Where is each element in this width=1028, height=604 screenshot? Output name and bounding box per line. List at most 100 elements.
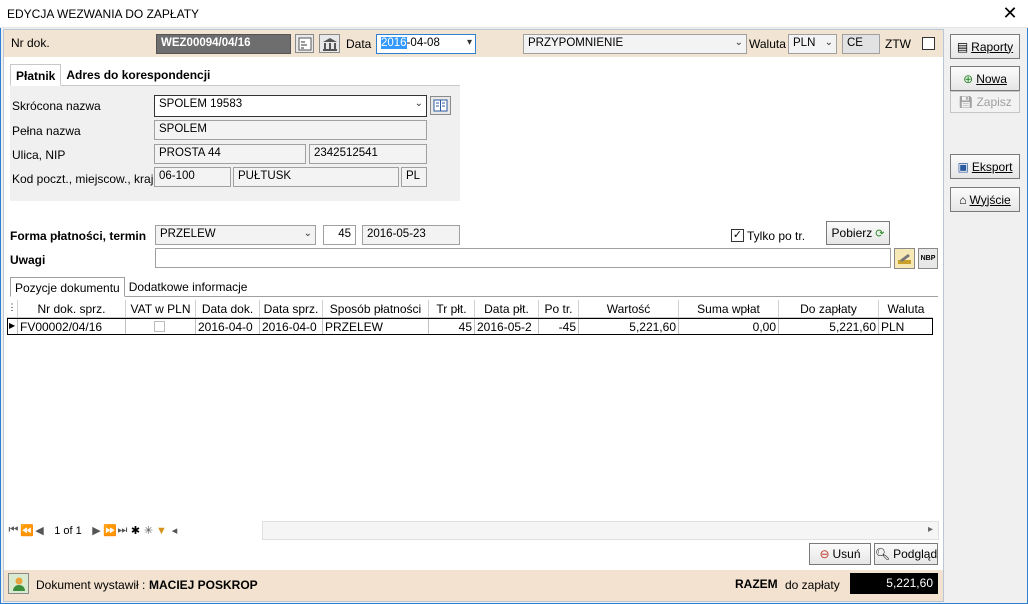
chevron-down-icon: ⌄ — [734, 37, 743, 48]
grid-navigator: ⏮ ⏪ ◀ 1 of 1 ▶ ⏩ ⏭ ✱ ✳ ▼ ◂ — [7, 521, 262, 540]
new-document-icon: ⊕ — [963, 71, 974, 86]
pobierz-button[interactable]: Pobierz ⟳ — [826, 221, 890, 245]
numbering-settings-icon[interactable] — [295, 34, 314, 53]
last-page-icon[interactable]: ⏭ — [116, 524, 129, 537]
table-row[interactable]: ▶ FV00002/04/16 2016-04-0 2016-04-0 PRZE… — [7, 318, 933, 335]
column-chooser-icon[interactable]: ⋮ — [7, 300, 18, 317]
column-header[interactable]: Po tr. — [539, 300, 579, 317]
cell-sposob-platnosci: PRZELEW — [323, 319, 429, 334]
forma-platnosci-label: Forma płatności, termin — [10, 229, 147, 243]
bank-icon[interactable] — [319, 34, 340, 53]
user-icon[interactable] — [8, 573, 29, 594]
forma-platnosci-value: PRZELEW — [160, 228, 216, 240]
prev-page-group-icon[interactable]: ⏪ — [20, 524, 34, 537]
termin-days-field[interactable]: 45 — [323, 225, 356, 245]
podglad-button[interactable]: 🔍︎ Podgląd — [874, 543, 938, 565]
usun-label: Usuń — [832, 547, 861, 561]
forma-platnosci-select[interactable]: PRZELEW ⌄ — [155, 225, 316, 245]
delete-icon: ⊖ — [819, 547, 830, 561]
next-page-icon[interactable]: ▶ — [90, 524, 103, 537]
column-header[interactable]: Data sprz. — [260, 300, 323, 317]
tab-adres-korespondencji[interactable]: Adres do korespondencji — [61, 64, 215, 86]
raporty-label: Raporty — [971, 39, 1014, 54]
column-header[interactable]: Sposób płatności — [323, 300, 429, 317]
chevron-down-icon: ⌄ — [303, 228, 312, 239]
first-page-icon[interactable]: ⏮ — [7, 524, 20, 537]
column-header[interactable]: Waluta — [879, 300, 933, 317]
skrocona-value: SPOLEM 19583 — [159, 98, 243, 110]
close-icon[interactable]: ✕ — [998, 2, 1022, 24]
termin-date-field[interactable]: 2016-05-23 — [362, 225, 460, 245]
wyjscie-button[interactable]: ⌂ Wyjście — [950, 187, 1020, 212]
pobierz-label: Pobierz — [831, 226, 873, 240]
column-header[interactable]: Suma wpłat — [679, 300, 779, 317]
tab-platnik[interactable]: Płatnik — [10, 64, 62, 86]
date-rest-part: -04-08 — [406, 37, 440, 49]
uwagi-field[interactable] — [155, 248, 891, 268]
do-zaplaty-label: do zapłaty — [785, 578, 840, 592]
horizontal-scrollbar[interactable] — [262, 521, 939, 540]
column-header[interactable]: Data płt. — [475, 300, 539, 317]
pelna-nazwa-field[interactable]: SPOLEM — [154, 120, 427, 140]
document-type-select[interactable]: PRZYPOMNIENIE ⌄ — [523, 34, 747, 54]
tab-dodatkowe-informacje[interactable]: Dodatkowe informacje — [125, 277, 252, 297]
column-header[interactable]: Tr płt. — [429, 300, 475, 317]
cell-tr-plt: 45 — [429, 319, 475, 334]
tylko-po-tr-checkbox[interactable]: ✓ — [731, 229, 744, 242]
pelna-label: Pełna nazwa — [12, 124, 81, 138]
ztw-checkbox[interactable] — [922, 37, 935, 50]
address-book-icon[interactable] — [430, 96, 451, 115]
usun-button[interactable]: ⊖ Usuń — [809, 543, 871, 565]
refresh-icon: ⟳ — [875, 227, 885, 240]
calendar-dropdown-icon[interactable]: ▾ — [467, 37, 472, 48]
next-page-group-icon[interactable]: ⏩ — [103, 524, 117, 537]
currency-select[interactable]: PLN ⌄ — [788, 34, 837, 54]
nowa-button[interactable]: ⊕ Nowa — [950, 66, 1020, 91]
column-header[interactable]: Data dok. — [196, 300, 260, 317]
column-header[interactable]: Wartość — [579, 300, 679, 317]
cell-wartosc: 5,221,60 — [579, 319, 679, 334]
filter-icon[interactable]: ▼ — [155, 525, 168, 537]
tylko-po-tr-label: Tylko po tr. — [747, 229, 806, 243]
cell-vat-pln[interactable] — [126, 319, 196, 334]
column-header[interactable]: Do zapłaty — [779, 300, 879, 317]
data-label: Data — [346, 37, 372, 51]
raporty-button[interactable]: ▤ Raporty — [950, 34, 1020, 59]
ztw-label: ZTW — [885, 37, 911, 51]
new-record-icon[interactable]: ✳ — [142, 524, 155, 537]
home-icon: ⌂ — [959, 192, 967, 207]
ulica-field[interactable]: PROSTA 44 — [154, 144, 306, 164]
cell-data-dok: 2016-04-0 — [196, 319, 260, 334]
podglad-label: Podgląd — [893, 547, 938, 561]
uwagi-label: Uwagi — [10, 253, 46, 267]
miejscowosc-field[interactable]: PUŁTUSK — [233, 167, 399, 187]
payer-tabs: Płatnik Adres do korespondencji — [10, 64, 460, 86]
chevron-down-icon: ⌄ — [824, 37, 833, 48]
zapisz-button[interactable]: 💾︎ Zapisz — [950, 91, 1020, 113]
razem-label: RAZEM — [735, 577, 778, 591]
column-header[interactable]: VAT w PLN — [126, 300, 196, 317]
date-picker[interactable]: 2016-04-08 ▾ — [376, 34, 476, 54]
column-header[interactable]: Nr dok. sprz. — [18, 300, 126, 317]
kraj-field[interactable]: PL — [401, 167, 427, 187]
skrocona-nazwa-select[interactable]: SPOLEM 19583 ⌄ — [154, 95, 427, 117]
prev-page-icon[interactable]: ◀ — [33, 524, 46, 537]
cell-waluta: PLN — [881, 320, 905, 334]
nowa-label: Nowa — [976, 71, 1007, 86]
date-selected-part: 2016 — [381, 37, 407, 49]
edit-note-icon[interactable] — [894, 248, 915, 269]
wystawil-value: MACIEJ POSKROP — [149, 578, 258, 592]
add-row-icon[interactable]: ✱ — [129, 524, 142, 537]
scroll-right-icon[interactable]: ▸ — [928, 524, 933, 535]
cell-data-plt: 2016-05-2 — [475, 319, 539, 334]
nbp-button[interactable]: NBP — [918, 248, 938, 269]
kod-pocztowy-field[interactable]: 06-100 — [154, 167, 231, 187]
eksport-button[interactable]: ▣ Eksport — [950, 154, 1020, 179]
tab-pozycje-dokumentu[interactable]: Pozycje dokumentu — [10, 277, 125, 297]
magnifier-icon: 🔍︎ — [874, 547, 891, 561]
cell-nr-dok: FV00002/04/16 — [18, 319, 126, 334]
scroll-left-icon[interactable]: ◂ — [168, 524, 181, 537]
vat-pln-checkbox[interactable] — [154, 321, 165, 332]
nr-dok-field[interactable]: WEZ00094/04/16 — [156, 34, 291, 54]
nip-field[interactable]: 2342512541 — [309, 144, 427, 164]
